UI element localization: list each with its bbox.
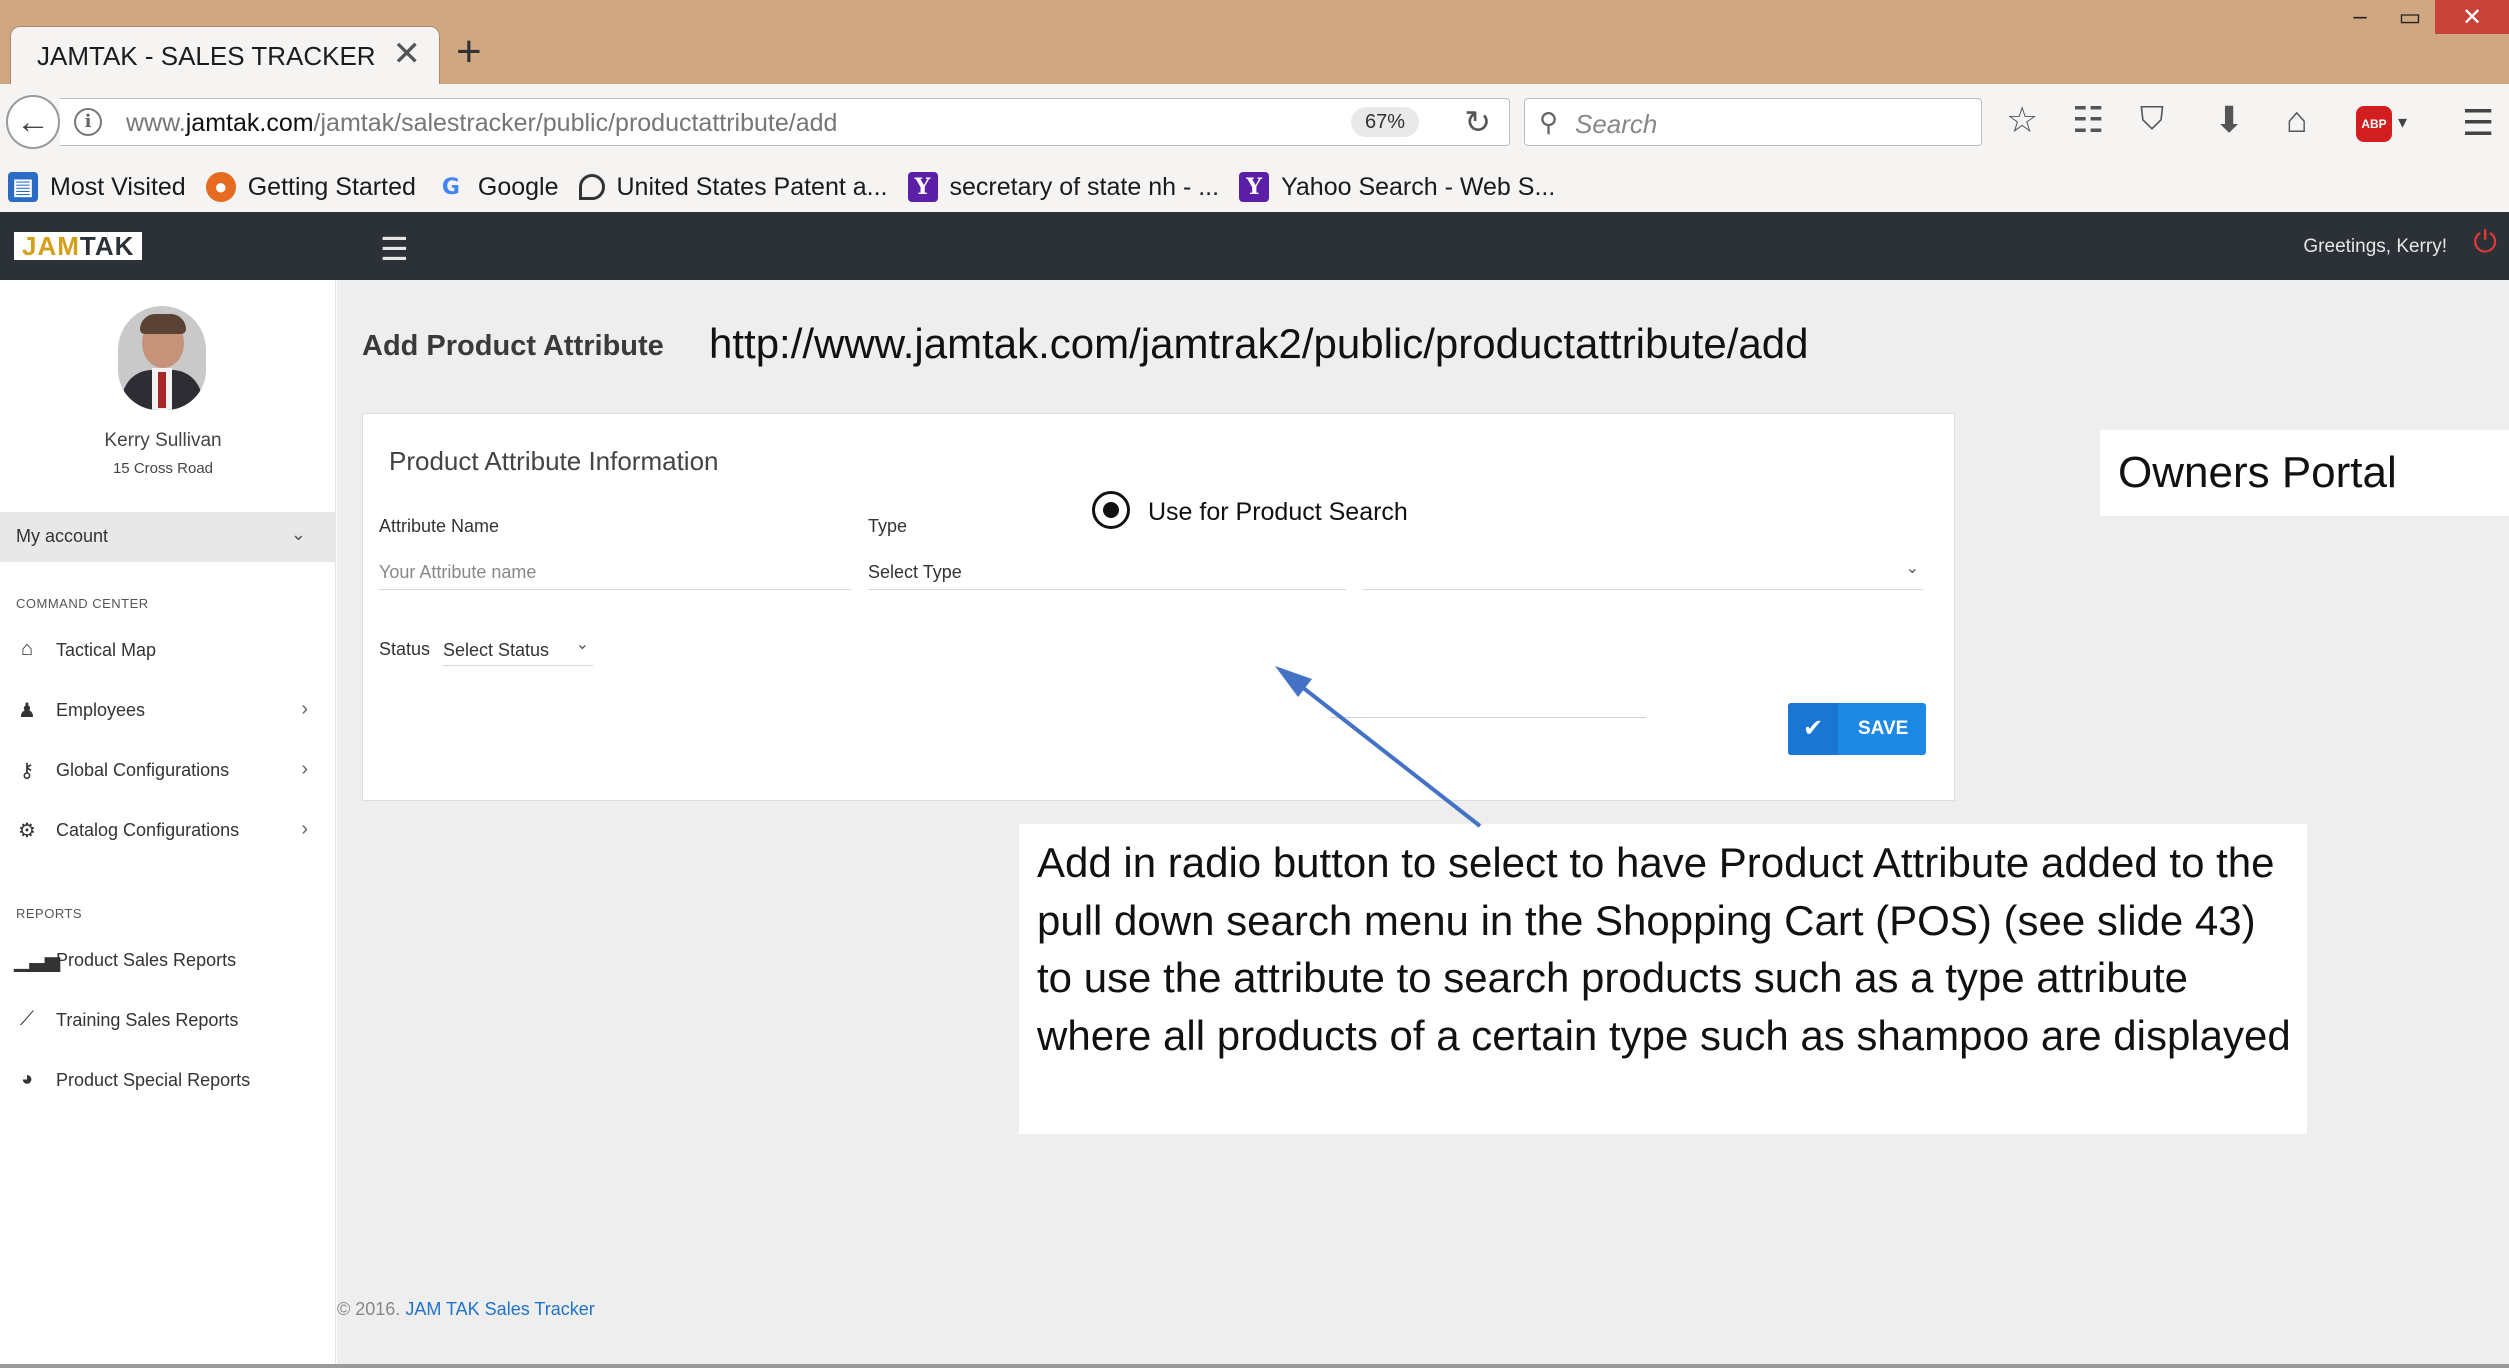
- maximize-icon[interactable]: ▭: [2385, 0, 2435, 34]
- url-annotation: http://www.jamtak.com/jamtrak2/public/pr…: [709, 320, 1809, 367]
- bookmark-getting-started[interactable]: ● Getting Started: [205, 172, 416, 202]
- browser-titlebar: JAMTAK - SALES TRACKER ✕ + – ▭ ✕: [0, 0, 2509, 84]
- my-account-label: My account: [16, 526, 109, 546]
- sidebar-item-catalog-configurations[interactable]: ⚙ Catalog Configurations ›: [0, 808, 336, 852]
- yahoo-icon: Y: [907, 172, 938, 202]
- chevron-down-icon: ⌄: [1905, 560, 1919, 577]
- chevron-down-icon: ⌄: [290, 524, 306, 544]
- sidebar-toggle-icon[interactable]: ☰: [380, 230, 409, 268]
- tab-title: JAMTAK - SALES TRACKER: [37, 41, 376, 71]
- attribute-name-label: Attribute Name: [379, 516, 500, 536]
- zoom-indicator[interactable]: 67%: [1350, 107, 1419, 137]
- type-select[interactable]: ⌄: [1363, 554, 1923, 590]
- home-icon[interactable]: ⌂: [2286, 102, 2308, 138]
- pie-chart-icon: ◕: [20, 1068, 34, 1090]
- line-chart-icon: ⟋: [20, 1008, 34, 1030]
- sidebar-item-global-configurations[interactable]: ⚷ Global Configurations ›: [0, 748, 336, 792]
- url-text[interactable]: www.jamtak.com/jamtak/salestracker/publi…: [126, 109, 837, 138]
- adblock-icon[interactable]: ABP: [2356, 106, 2392, 142]
- reload-icon[interactable]: ↻: [1464, 103, 1491, 141]
- attribute-name-input[interactable]: Your Attribute name: [379, 554, 851, 590]
- chevron-right-icon: ›: [301, 818, 308, 840]
- product-search-radio-label[interactable]: Use for Product Search: [1148, 498, 1408, 527]
- power-icon[interactable]: ⏻: [2473, 226, 2497, 260]
- sidebar: Kerry Sullivan 15 Cross Road My account …: [0, 280, 336, 1366]
- app-header: JAMTAK ☰ Greetings, Kerry! ⏻: [0, 212, 2509, 280]
- gear-icon: ⚙: [18, 820, 36, 842]
- avatar[interactable]: [118, 306, 206, 410]
- bookmark-yahoo-search[interactable]: Y Yahoo Search - Web S...: [1239, 172, 1555, 202]
- greeting-text: Greetings, Kerry!: [2303, 236, 2447, 257]
- footer: © 2016. JAM TAK Sales Tracker: [337, 1299, 595, 1319]
- key-icon: ⚷: [19, 760, 35, 782]
- bookmark-patent[interactable]: United States Patent a...: [578, 173, 888, 202]
- status-select[interactable]: Select Status ⌄: [443, 630, 593, 666]
- chevron-right-icon: ›: [301, 698, 308, 720]
- browser-tab[interactable]: JAMTAK - SALES TRACKER ✕: [10, 26, 440, 84]
- owners-portal-label: Owners Portal: [2100, 430, 2509, 516]
- firefox-icon: ●: [205, 172, 236, 202]
- save-button[interactable]: ✔ SAVE: [1788, 703, 1926, 755]
- sidebar-item-tactical-map[interactable]: ⌂ Tactical Map: [0, 628, 336, 672]
- user-icon: ♟: [18, 700, 36, 722]
- download-icon[interactable]: ⬇: [2214, 102, 2244, 138]
- search-placeholder: Search: [1575, 109, 1658, 139]
- radio-dot: [1103, 502, 1119, 518]
- user-name: Kerry Sullivan: [104, 430, 222, 451]
- main-content: Add Product Attribute http://www.jamtak.…: [337, 280, 2509, 1366]
- address-bar[interactable]: i www.jamtak.com/jamtak/salestracker/pub…: [60, 98, 1510, 146]
- sidebar-item-employees[interactable]: ♟ Employees ›: [0, 688, 336, 732]
- search-icon: ⚲: [1539, 107, 1559, 137]
- pocket-icon[interactable]: ⛉: [2140, 102, 2164, 134]
- new-tab-button[interactable]: +: [456, 30, 482, 74]
- window-close-icon[interactable]: ✕: [2435, 0, 2509, 34]
- hamburger-menu-icon[interactable]: ☰: [2462, 102, 2494, 144]
- footer-link[interactable]: JAM TAK Sales Tracker: [405, 1299, 594, 1319]
- patent-office-icon: [578, 174, 605, 200]
- logo[interactable]: JAMTAK: [14, 232, 143, 260]
- reading-list-icon[interactable]: ☷: [2072, 102, 2104, 138]
- card-title: Product Attribute Information: [389, 446, 719, 476]
- window-bottom-border: [0, 1364, 2509, 1368]
- back-arrow-icon[interactable]: ←: [6, 95, 60, 149]
- bookmark-google[interactable]: G Google: [436, 172, 559, 202]
- chevron-down-icon: ⌄: [575, 636, 589, 653]
- chevron-down-icon[interactable]: ▾: [2398, 112, 2407, 133]
- section-header-command-center: COMMAND CENTER: [16, 596, 149, 611]
- site-info-icon[interactable]: i: [74, 108, 102, 136]
- bar-chart-icon: ▁▃▅: [14, 950, 61, 972]
- type-select-value[interactable]: Select Type: [868, 554, 1346, 590]
- my-account-toggle[interactable]: My account ⌄: [0, 512, 336, 562]
- chevron-right-icon: ›: [301, 758, 308, 780]
- sidebar-item-training-sales-reports[interactable]: ⟋ Training Sales Reports: [0, 998, 336, 1042]
- browser-navbar: i www.jamtak.com/jamtak/salestracker/pub…: [0, 84, 2509, 162]
- bookmark-most-visited[interactable]: ▤ Most Visited: [8, 172, 186, 202]
- page-title: Add Product Attribute: [362, 330, 664, 362]
- bookmark-star-icon[interactable]: ☆: [2006, 102, 2038, 138]
- check-icon: ✔: [1788, 703, 1838, 755]
- sidebar-item-product-sales-reports[interactable]: ▁▃▅ Product Sales Reports: [0, 938, 336, 982]
- home-icon: ⌂: [20, 638, 34, 660]
- window-controls: – ▭ ✕: [2335, 0, 2509, 34]
- annotation-note: Add in radio button to select to have Pr…: [1019, 824, 2307, 1134]
- google-icon: G: [441, 174, 460, 200]
- bookmarks-bar: ▤ Most Visited ● Getting Started G Google U…: [0, 162, 2509, 212]
- minimize-icon[interactable]: –: [2335, 0, 2385, 34]
- product-search-radio[interactable]: [1092, 491, 1130, 529]
- search-input[interactable]: ⚲ Search: [1524, 98, 1982, 146]
- user-address: 15 Cross Road: [112, 460, 214, 477]
- section-header-reports: REPORTS: [16, 906, 83, 921]
- most-visited-icon: ▤: [8, 172, 38, 202]
- product-attribute-card: Product Attribute Information Attribute …: [362, 413, 1955, 801]
- type-label: Type: [868, 516, 908, 536]
- yahoo-icon: Y: [1239, 172, 1270, 202]
- status-label: Status: [379, 639, 431, 659]
- tab-close-icon[interactable]: ✕: [393, 37, 422, 71]
- sidebar-item-product-special-reports[interactable]: ◕ Product Special Reports: [0, 1058, 336, 1102]
- bookmark-secretary-of-state[interactable]: Ysecretary of state nh - ...: [907, 172, 1219, 202]
- field-underline: [1331, 717, 1646, 718]
- annotation-note-text: Add in radio button to select to have Pr…: [1037, 839, 2291, 1059]
